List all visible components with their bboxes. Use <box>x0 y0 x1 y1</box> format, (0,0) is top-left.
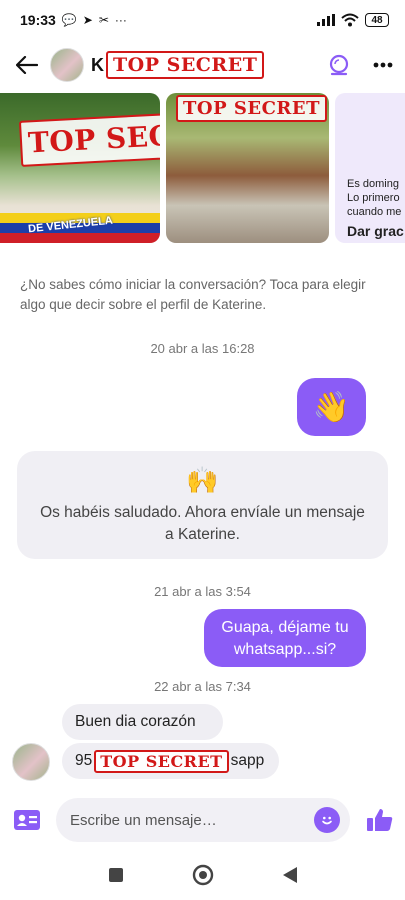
redaction-stamp: TOP SECRET <box>106 51 265 79</box>
profile-photo[interactable]: TOP SECRET <box>166 93 329 243</box>
profile-prompt-card[interactable]: Es doming Lo primero cuando me Dar grac <box>335 93 405 243</box>
emoji-icon <box>322 816 332 825</box>
profile-photo[interactable]: TOP SECRET DE VENEZUELA <box>0 93 160 243</box>
message-input[interactable] <box>70 811 314 829</box>
thumbs-up-icon <box>367 809 393 831</box>
prompt-line: Lo primero <box>347 192 400 204</box>
contact-card-icon <box>14 810 40 830</box>
status-bar: 19:33 💬 ➤ ✂ ··· 48 <box>0 0 405 40</box>
square-icon <box>108 868 123 882</box>
app-notification-icon: ✂ <box>98 13 109 27</box>
message-composer <box>0 796 405 844</box>
chat-header: K TOP SECRET <box>0 40 405 90</box>
wifi-icon <box>341 13 359 27</box>
redaction-stamp: TOP SECRET <box>176 95 327 122</box>
raised-hands-icon: 🙌 <box>186 465 219 495</box>
incoming-message[interactable]: 95 TOP SECRET sapp <box>62 743 279 779</box>
status-time: 19:33 <box>20 12 56 28</box>
incoming-message[interactable]: Buen dia corazón <box>62 704 223 740</box>
battery-indicator: 48 <box>365 13 389 27</box>
profile-photo-strip[interactable]: TOP SECRET DE VENEZUELA TOP SECRET Es do… <box>0 93 405 245</box>
message-timestamp: 21 abr a las 3:54 <box>154 584 251 599</box>
like-button[interactable] <box>367 808 393 832</box>
prompt-line: cuando me <box>347 206 402 218</box>
system-message: Os habéis saludado. Ahora envíale un men… <box>40 504 365 543</box>
triangle-back-icon <box>282 867 297 883</box>
recent-apps-button[interactable] <box>108 867 124 883</box>
contact-card-button[interactable] <box>12 810 42 830</box>
signal-icon <box>317 14 335 26</box>
prompt-line: Es doming <box>347 178 399 190</box>
prompt-cta: Dar grac <box>347 223 404 239</box>
arrow-left-icon <box>16 56 38 74</box>
status-right: 48 <box>317 13 389 27</box>
message-input-wrapper <box>56 798 350 842</box>
header-avatar[interactable] <box>50 48 84 82</box>
message-timestamp: 20 abr a las 16:28 <box>150 341 255 356</box>
message-text: 95 <box>75 752 93 769</box>
more-notifications-icon: ··· <box>114 13 127 27</box>
redaction-stamp: TOP SECRET <box>18 109 160 167</box>
back-button[interactable] <box>12 50 42 80</box>
home-button[interactable] <box>192 864 214 886</box>
sender-avatar[interactable] <box>12 743 50 781</box>
video-call-icon <box>329 54 349 76</box>
redaction-stamp: TOP SECRET <box>94 749 229 773</box>
outgoing-message[interactable]: Guapa, déjame tu whatsapp...si? <box>204 609 366 667</box>
message-text: Buen dia corazón <box>75 713 196 730</box>
system-back-button[interactable] <box>282 866 298 884</box>
message-text: sapp <box>230 752 265 769</box>
video-call-button[interactable] <box>327 53 351 77</box>
system-nav-bar <box>0 853 405 897</box>
greeting-system-card: 🙌 Os habéis saludado. Ahora envíale un m… <box>17 451 388 559</box>
send-notification-icon: ➤ <box>82 13 93 27</box>
contact-name[interactable]: K <box>91 55 104 76</box>
outgoing-message[interactable]: 👋 <box>297 378 366 436</box>
circle-icon <box>192 864 213 886</box>
chat-notification-icon: 💬 <box>61 13 77 27</box>
conversation-suggestion[interactable]: ¿No sabes cómo iniciar la conversación? … <box>20 275 385 315</box>
emoji-button[interactable] <box>314 807 340 833</box>
more-options-button[interactable] <box>373 62 393 68</box>
message-timestamp: 22 abr a las 7:34 <box>154 679 251 694</box>
more-dots-icon <box>373 62 393 68</box>
notification-icons: 💬 ➤ ✂ ··· <box>62 13 127 27</box>
